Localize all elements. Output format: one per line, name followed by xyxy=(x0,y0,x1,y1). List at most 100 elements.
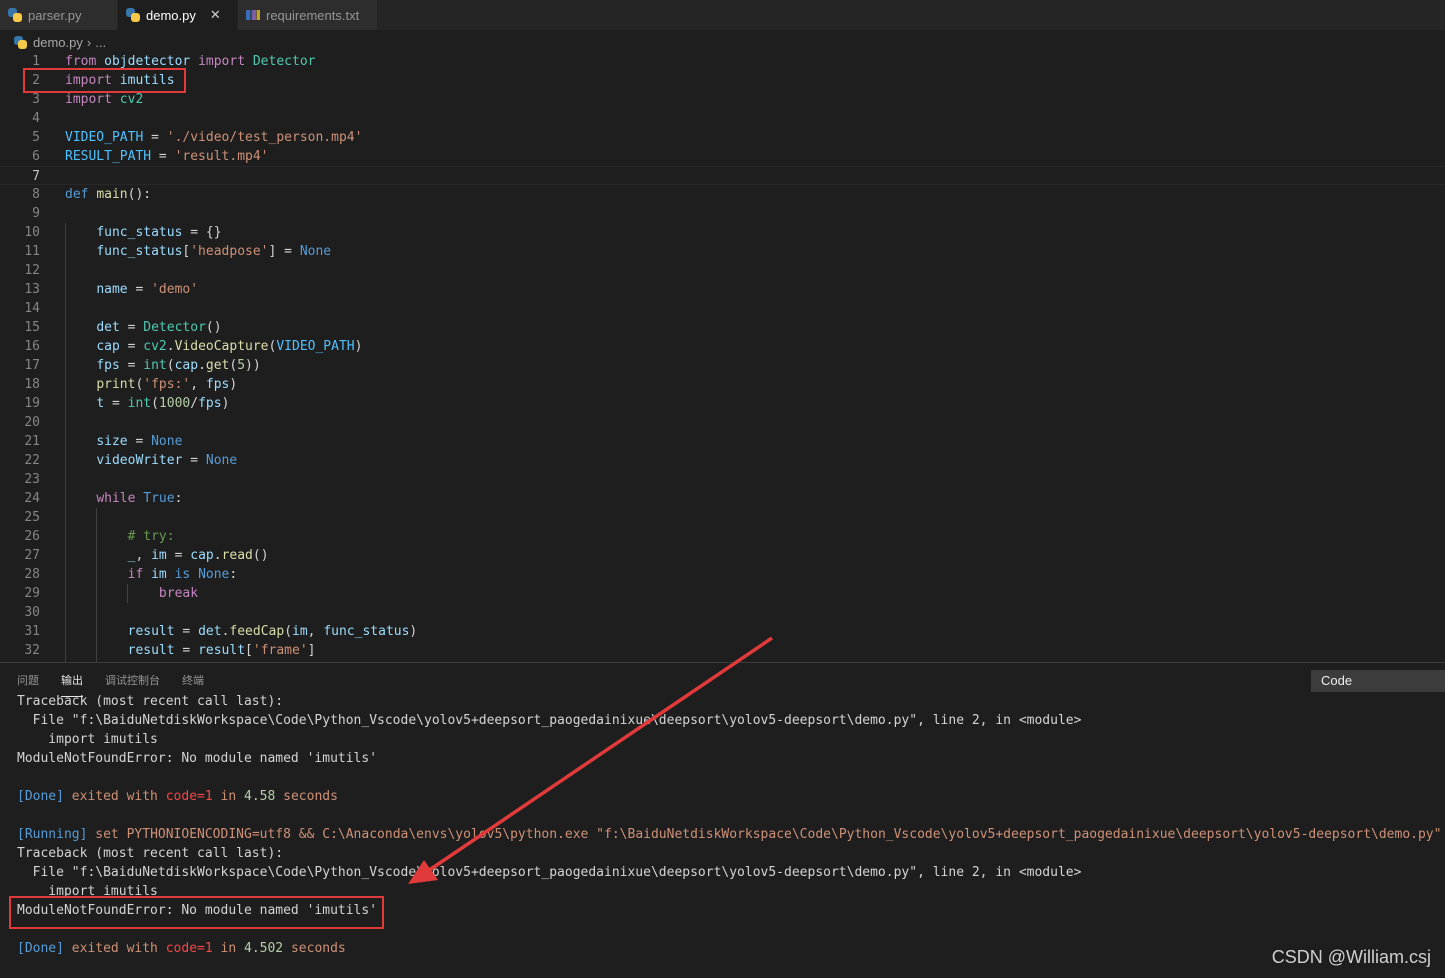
code-line[interactable]: 32 result = result['frame'] xyxy=(0,641,1445,660)
line-number: 31 xyxy=(24,624,40,639)
code-token: VIDEO_PATH xyxy=(65,130,144,145)
tab-demo-py[interactable]: demo.py ✕ xyxy=(118,0,238,30)
code-token: 'demo' xyxy=(151,282,199,297)
output-line: Traceback (most recent call last): xyxy=(17,692,283,711)
code-line[interactable]: 4 xyxy=(0,109,1445,128)
line-number: 14 xyxy=(24,301,40,316)
code-text: name = 'demo' xyxy=(65,280,198,299)
code-line[interactable]: 31 result = det.feedCap(im, func_status) xyxy=(0,622,1445,641)
code-line[interactable]: 19 t = int(1000/fps) xyxy=(0,394,1445,413)
code-token: 1000 xyxy=(158,396,191,411)
code-token: from xyxy=(65,54,97,69)
code-line[interactable]: 8 def main(): xyxy=(0,185,1445,204)
code-token: = xyxy=(174,643,199,658)
breadcrumb-rest[interactable]: ... xyxy=(95,35,106,50)
breadcrumb-file[interactable]: demo.py xyxy=(33,35,83,50)
code-token: result xyxy=(198,643,246,658)
code-token: = xyxy=(104,396,128,411)
code-token: read xyxy=(221,548,253,563)
line-number: 25 xyxy=(24,510,40,525)
tab-parser-py[interactable]: parser.py xyxy=(0,0,118,30)
code-token: , xyxy=(135,548,152,563)
code-line[interactable]: 9 xyxy=(0,204,1445,223)
watermark: CSDN @William.csj xyxy=(1271,947,1431,967)
code-line[interactable]: 18 print('fps:', fps) xyxy=(0,375,1445,394)
output-token: Traceback (most recent call last): xyxy=(17,694,284,709)
code-token: Detector xyxy=(252,54,316,69)
code-token: # try: xyxy=(127,529,175,544)
code-line[interactable]: 1 from objdetector import Detector xyxy=(0,52,1445,71)
code-text: # try: xyxy=(65,527,175,546)
code-text: result = det.feedCap(im, func_status) xyxy=(65,622,418,641)
code-line[interactable]: 15 det = Detector() xyxy=(0,318,1445,337)
code-line[interactable]: 21 size = None xyxy=(0,432,1445,451)
breadcrumb[interactable]: demo.py › ... xyxy=(14,33,106,51)
code-text: videoWriter = None xyxy=(65,451,237,470)
tab-requirements-txt[interactable]: requirements.txt xyxy=(238,0,378,30)
output-channel-select[interactable]: Code xyxy=(1311,670,1445,692)
close-icon[interactable]: ✕ xyxy=(210,7,221,23)
code-line[interactable]: 24 while True: xyxy=(0,489,1445,508)
code-line[interactable]: 30 xyxy=(0,603,1445,622)
code-text: size = None xyxy=(65,432,182,451)
output-line: File "f:\BaiduNetdiskWorkspace\Code\Pyth… xyxy=(17,711,1082,730)
output-token: 4.58 xyxy=(244,789,276,804)
code-token: int xyxy=(127,396,152,411)
code-token: = xyxy=(119,339,144,354)
output-line: ModuleNotFoundError: No module named 'im… xyxy=(17,749,377,768)
code-line[interactable]: 23 xyxy=(0,470,1445,489)
code-line[interactable]: 22 videoWriter = None xyxy=(0,451,1445,470)
code-token: main xyxy=(96,187,128,202)
code-line[interactable]: 2 import imutils xyxy=(0,71,1445,90)
code-editor[interactable]: 1 from objdetector import Detector 2 import… xyxy=(0,52,1445,662)
code-line[interactable]: 25 xyxy=(0,508,1445,527)
code-line[interactable]: 5 VIDEO_PATH = './video/test_person.mp4' xyxy=(0,128,1445,147)
code-line[interactable]: 16 cap = cv2.VideoCapture(VIDEO_PATH) xyxy=(0,337,1445,356)
code-token: None xyxy=(151,434,183,449)
code-text: RESULT_PATH = 'result.mp4' xyxy=(65,147,269,166)
text-file-icon xyxy=(246,10,260,20)
line-number: 30 xyxy=(24,605,40,620)
code-line[interactable]: 20 xyxy=(0,413,1445,432)
code-line[interactable]: 29 break xyxy=(0,584,1445,603)
code-line[interactable]: 17 fps = int(cap.get(5)) xyxy=(0,356,1445,375)
code-token: t xyxy=(96,396,105,411)
output-token: 4.502 xyxy=(244,941,284,956)
code-text: VIDEO_PATH = './video/test_person.mp4' xyxy=(65,128,362,147)
code-token: func_status xyxy=(96,225,183,240)
code-line[interactable]: 26 # try: xyxy=(0,527,1445,546)
code-text: result = result['frame'] xyxy=(65,641,316,660)
code-line[interactable]: 27 _, im = cap.read() xyxy=(0,546,1445,565)
code-line[interactable]: 10 func_status = {} xyxy=(0,223,1445,242)
line-number: 22 xyxy=(24,453,40,468)
highlight-box-import-line xyxy=(23,68,186,93)
code-line[interactable]: 14 xyxy=(0,299,1445,318)
tab-label: demo.py xyxy=(146,7,196,23)
code-token: im xyxy=(292,624,308,639)
code-token: get xyxy=(205,358,230,373)
code-line[interactable]: 7 xyxy=(0,166,1445,185)
code-token: objdetector xyxy=(104,54,191,69)
code-token: fps xyxy=(96,358,120,373)
python-icon xyxy=(8,8,22,22)
code-line[interactable]: 12 xyxy=(0,261,1445,280)
line-number: 27 xyxy=(24,548,40,563)
output-line: File "f:\BaiduNetdiskWorkspace\Code\Pyth… xyxy=(17,863,1082,882)
code-line[interactable]: 28 if im is None: xyxy=(0,565,1445,584)
line-number: 32 xyxy=(24,643,40,658)
code-line[interactable]: 11 func_status['headpose'] = None xyxy=(0,242,1445,261)
line-number: 24 xyxy=(24,491,40,506)
code-token: ) xyxy=(409,624,418,639)
code-line[interactable]: 13 name = 'demo' xyxy=(0,280,1445,299)
code-line[interactable]: 3 import cv2 xyxy=(0,90,1445,109)
code-line[interactable]: 6 RESULT_PATH = 'result.mp4' xyxy=(0,147,1445,166)
